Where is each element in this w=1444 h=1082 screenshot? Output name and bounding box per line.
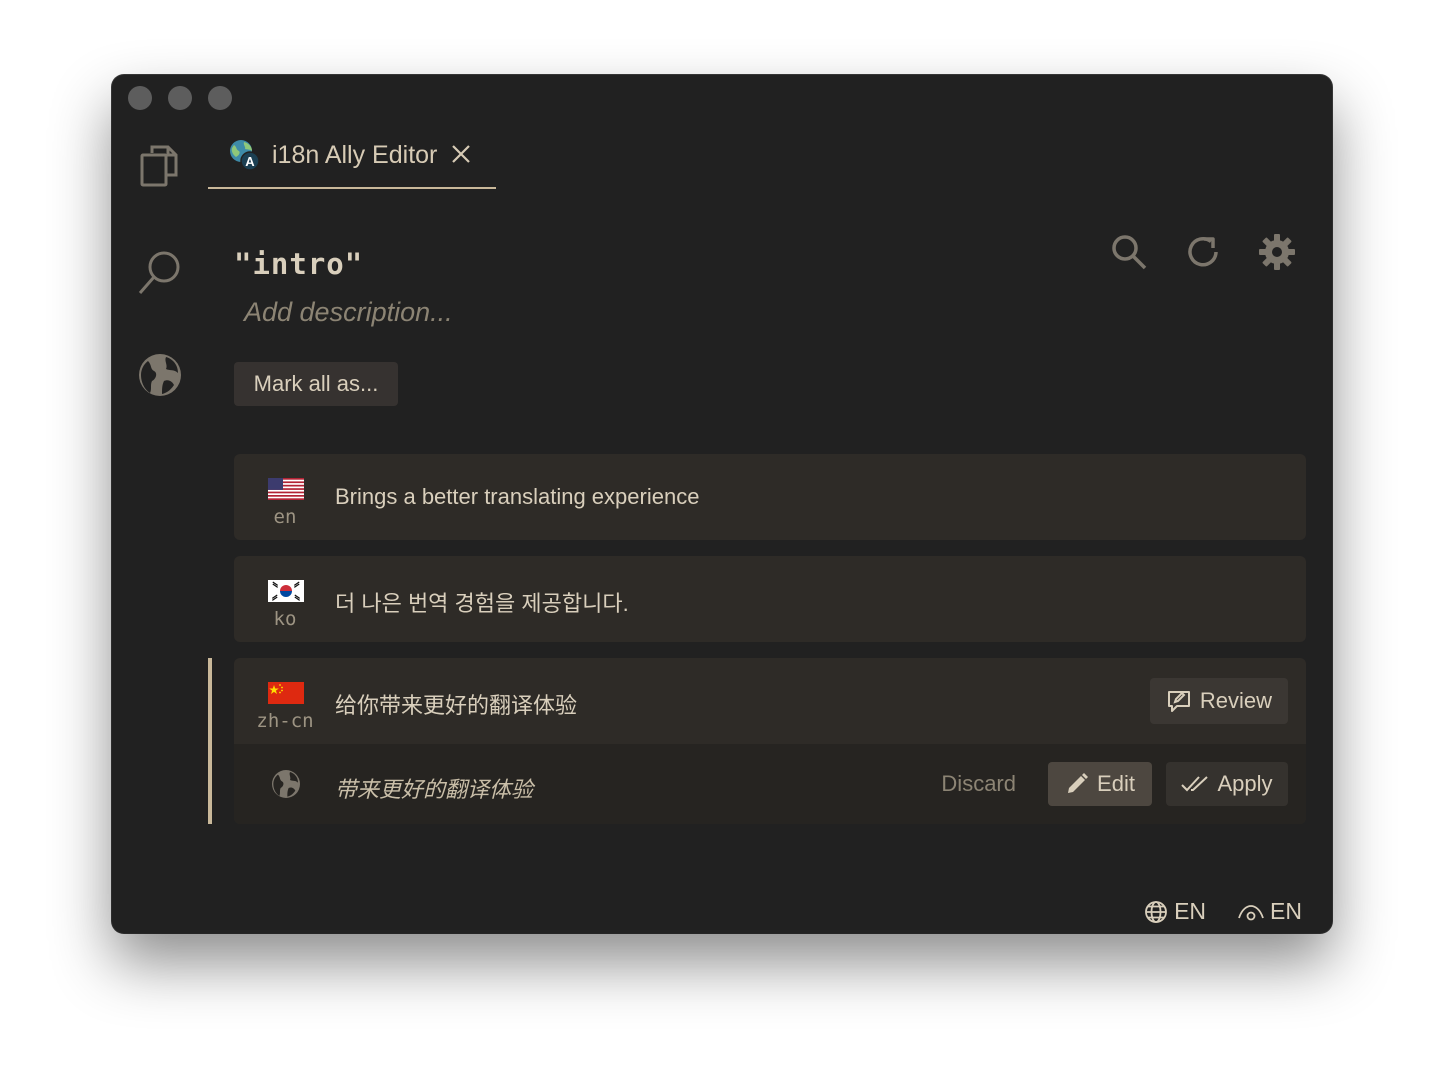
settings-icon[interactable] <box>1258 233 1296 271</box>
refresh-icon[interactable] <box>1184 233 1222 271</box>
record-en: en Brings a better translating experienc… <box>234 454 1306 540</box>
source-locale-label: EN <box>1270 898 1302 924</box>
window-controls <box>128 86 232 110</box>
double-check-icon <box>1181 776 1209 792</box>
stage: A i18n Ally Editor "intro" Add descripti… <box>0 0 1444 1082</box>
globe-icon <box>270 768 302 800</box>
cn-flag-icon <box>268 682 304 704</box>
suggestion-actions: Discard Edit Apply <box>941 762 1288 806</box>
tab-title: i18n Ally Editor <box>272 141 438 169</box>
translation-text[interactable]: 给你带来更好的翻译体验 <box>335 688 577 720</box>
apply-label: Apply <box>1217 771 1273 796</box>
display-locale-item[interactable]: EN <box>1144 898 1206 925</box>
locale-label: en <box>273 506 297 528</box>
minimize-window-button[interactable] <box>168 86 192 110</box>
globe-icon[interactable] <box>136 351 184 399</box>
source-locale-item[interactable]: EN <box>1238 898 1302 925</box>
editor-window: A i18n Ally Editor "intro" Add descripti… <box>112 75 1332 933</box>
description-input[interactable]: Add description... <box>244 297 453 328</box>
locale-label: zh-cn <box>256 710 314 732</box>
eye-icon <box>1238 904 1264 920</box>
pencil-icon <box>1068 773 1089 793</box>
kr-flag-icon <box>268 580 304 602</box>
translation-text[interactable]: 더 나은 번역 경험을 제공합니다. <box>335 586 629 618</box>
close-icon[interactable] <box>450 143 472 165</box>
review-icon <box>1167 691 1190 712</box>
active-record-indicator <box>208 658 212 824</box>
i18n-ally-logo-icon: A <box>228 139 260 171</box>
key-title: "intro" <box>234 247 364 281</box>
maximize-window-button[interactable] <box>208 86 232 110</box>
translation-suggestion: 带来更好的翻译体验 Discard Edit Apply <box>234 744 1306 824</box>
edit-label: Edit <box>1097 771 1135 796</box>
review-label: Review <box>1199 688 1273 713</box>
explorer-icon[interactable] <box>136 141 184 189</box>
record-ko: ko 더 나은 번역 경험을 제공합니다. <box>234 556 1306 642</box>
review-button[interactable]: Review <box>1150 678 1288 724</box>
globe-outline-icon <box>1145 900 1167 923</box>
search-icon[interactable] <box>1110 233 1148 271</box>
discard-button[interactable]: Discard <box>941 771 1016 797</box>
editor-actions <box>1110 233 1296 271</box>
mark-all-button[interactable]: Mark all as... <box>234 362 398 406</box>
edit-button[interactable]: Edit <box>1048 762 1152 806</box>
svg-text:A: A <box>245 154 255 169</box>
suggestion-text: 带来更好的翻译体验 <box>335 777 534 802</box>
locale-label: ko <box>273 608 297 630</box>
close-window-button[interactable] <box>128 86 152 110</box>
us-flag-icon <box>268 478 304 500</box>
tab-i18n-ally-editor[interactable]: A i18n Ally Editor <box>208 125 496 189</box>
record-zh-cn: zh-cn 给你带来更好的翻译体验 Review 带来更好的翻译体验 Disca… <box>234 658 1306 824</box>
status-bar: EN EN <box>1144 898 1302 925</box>
display-locale-label: EN <box>1174 898 1207 924</box>
apply-button[interactable]: Apply <box>1166 762 1288 806</box>
translation-text[interactable]: Brings a better translating experience <box>335 484 699 510</box>
search-icon[interactable] <box>136 247 184 295</box>
